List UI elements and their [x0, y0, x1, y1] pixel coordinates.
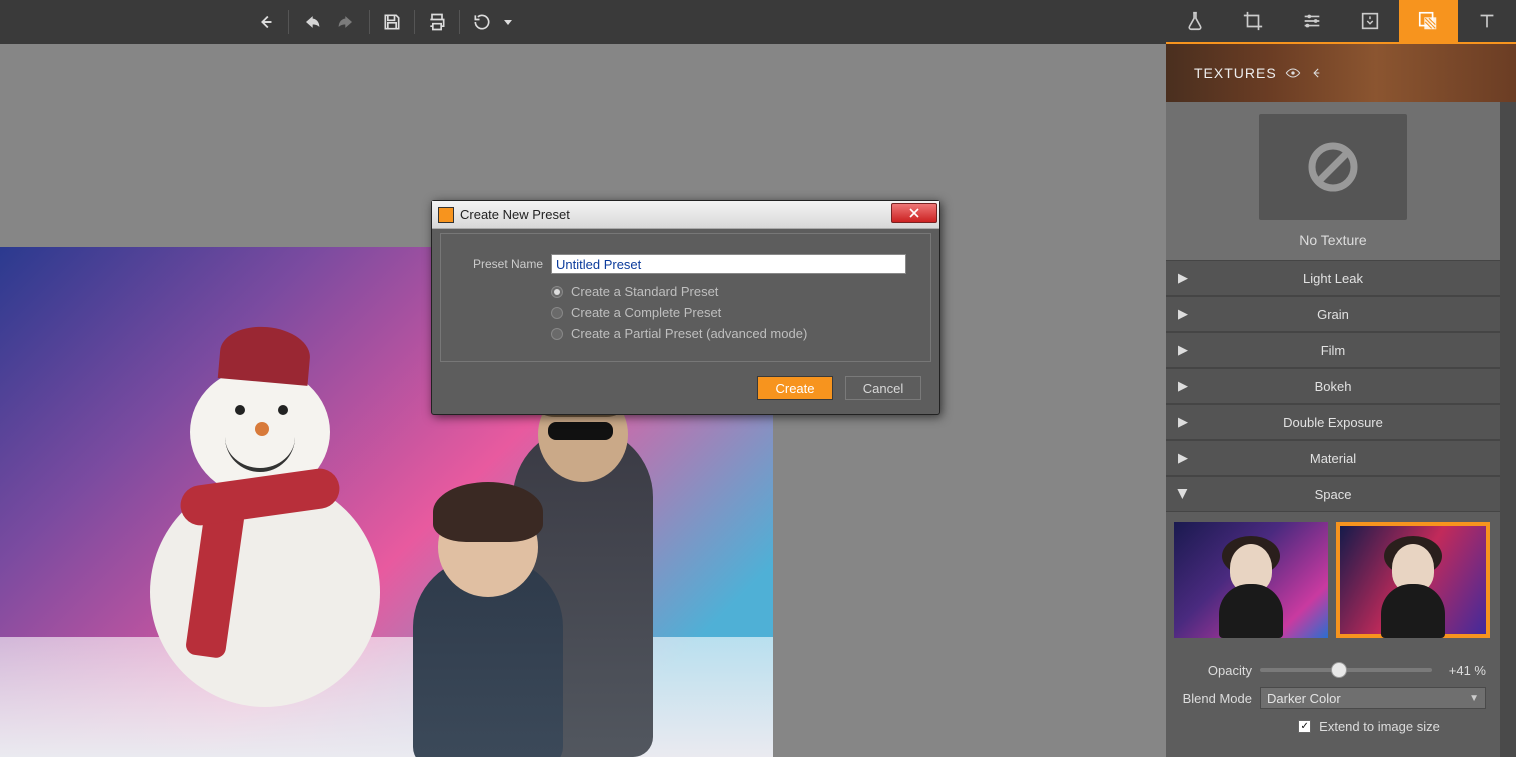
- category-bokeh[interactable]: ▶Bokeh: [1166, 368, 1500, 404]
- reset-icon[interactable]: [1309, 66, 1325, 80]
- radio-icon: [551, 307, 563, 319]
- chevron-right-icon: ▶: [1178, 306, 1188, 322]
- print-button[interactable]: [419, 4, 455, 40]
- panel-tabs: [1166, 0, 1516, 44]
- dialog-close-button[interactable]: [891, 203, 937, 223]
- no-texture-block: No Texture: [1166, 102, 1500, 260]
- separator: [288, 10, 289, 34]
- opacity-slider[interactable]: [1260, 668, 1432, 672]
- slider-knob[interactable]: [1331, 662, 1347, 678]
- preset-name-input[interactable]: [551, 254, 906, 274]
- dialog-titlebar[interactable]: Create New Preset: [432, 201, 939, 229]
- sliders-icon: [1301, 10, 1323, 32]
- dialog-body: Preset Name Create a Standard Preset Cre…: [440, 233, 931, 362]
- no-texture-label: No Texture: [1299, 232, 1366, 248]
- tab-adjust[interactable]: [1166, 0, 1224, 42]
- caret-down-icon: ▼: [1469, 693, 1479, 704]
- dialog-title: Create New Preset: [460, 207, 570, 222]
- texture-thumb-2-selected[interactable]: [1336, 522, 1490, 638]
- tab-frames[interactable]: [1341, 0, 1399, 42]
- panel-scrollbar[interactable]: [1500, 102, 1516, 757]
- chevron-right-icon: ▶: [1178, 342, 1188, 358]
- tab-text[interactable]: [1458, 0, 1516, 42]
- save-button[interactable]: [374, 4, 410, 40]
- space-thumbnails: [1166, 512, 1500, 648]
- separator: [369, 10, 370, 34]
- opacity-value: +41 %: [1440, 663, 1486, 678]
- undo-button[interactable]: [248, 4, 284, 40]
- extend-checkbox[interactable]: ✓: [1298, 720, 1311, 733]
- radio-icon: [551, 286, 563, 298]
- radio-standard-preset[interactable]: Create a Standard Preset: [465, 284, 906, 299]
- chevron-right-icon: ▶: [1178, 378, 1188, 394]
- panel-title: TEXTURES: [1194, 65, 1277, 81]
- preset-name-label: Preset Name: [465, 257, 543, 271]
- refresh-icon: [472, 12, 492, 32]
- radio-icon: [551, 328, 563, 340]
- separator: [414, 10, 415, 34]
- category-double-exposure[interactable]: ▶Double Exposure: [1166, 404, 1500, 440]
- category-space[interactable]: ▶Space: [1166, 476, 1500, 512]
- texture-thumb-1[interactable]: [1174, 522, 1328, 638]
- close-icon: [908, 208, 920, 218]
- history-back-button[interactable]: [293, 4, 329, 40]
- chevron-down-icon: ▶: [1175, 489, 1191, 499]
- refresh-dropdown[interactable]: [500, 4, 516, 40]
- tab-sliders[interactable]: [1283, 0, 1341, 42]
- arrow-right-icon: [337, 12, 357, 32]
- category-material[interactable]: ▶Material: [1166, 440, 1500, 476]
- save-icon: [382, 12, 402, 32]
- opacity-label: Opacity: [1180, 663, 1252, 678]
- blend-mode-select[interactable]: Darker Color ▼: [1260, 687, 1486, 709]
- flask-icon: [1184, 10, 1206, 32]
- tab-textures[interactable]: [1399, 0, 1457, 42]
- eye-icon[interactable]: [1285, 67, 1301, 79]
- radio-complete-preset[interactable]: Create a Complete Preset: [465, 305, 906, 320]
- history-forward-button[interactable]: [329, 4, 365, 40]
- textures-icon: [1417, 10, 1439, 32]
- arrow-left-icon: [301, 12, 321, 32]
- blend-mode-label: Blend Mode: [1180, 691, 1252, 706]
- no-icon: [1305, 139, 1361, 195]
- crop-icon: [1242, 10, 1264, 32]
- category-grain[interactable]: ▶Grain: [1166, 296, 1500, 332]
- app-icon: [438, 207, 454, 223]
- create-button[interactable]: Create: [757, 376, 833, 400]
- radio-partial-preset[interactable]: Create a Partial Preset (advanced mode): [465, 326, 906, 341]
- category-light-leak[interactable]: ▶Light Leak: [1166, 260, 1500, 296]
- print-icon: [427, 12, 447, 32]
- text-icon: [1476, 10, 1498, 32]
- no-texture-thumb[interactable]: [1259, 114, 1407, 220]
- right-panel: TEXTURES No Texture ▶Light Leak ▶Grain ▶…: [1166, 0, 1516, 757]
- panel-subheader: TEXTURES: [1166, 44, 1516, 102]
- create-preset-dialog: Create New Preset Preset Name Create a S…: [431, 200, 940, 415]
- panel-body: No Texture ▶Light Leak ▶Grain ▶Film ▶Bok…: [1166, 102, 1500, 757]
- blend-mode-value: Darker Color: [1267, 691, 1341, 706]
- extend-label: Extend to image size: [1319, 719, 1440, 734]
- tab-crop[interactable]: [1224, 0, 1282, 42]
- frame-icon: [1359, 10, 1381, 32]
- undo-icon: [255, 11, 277, 33]
- chevron-right-icon: ▶: [1178, 414, 1188, 430]
- dialog-buttons: Create Cancel: [436, 366, 935, 410]
- category-film[interactable]: ▶Film: [1166, 332, 1500, 368]
- chevron-right-icon: ▶: [1178, 450, 1188, 466]
- chevron-right-icon: ▶: [1178, 270, 1188, 286]
- caret-down-icon: [503, 17, 513, 27]
- refresh-button[interactable]: [464, 4, 500, 40]
- cancel-button[interactable]: Cancel: [845, 376, 921, 400]
- texture-controls: Opacity +41 % Blend Mode Darker Color ▼ …: [1166, 648, 1500, 748]
- separator: [459, 10, 460, 34]
